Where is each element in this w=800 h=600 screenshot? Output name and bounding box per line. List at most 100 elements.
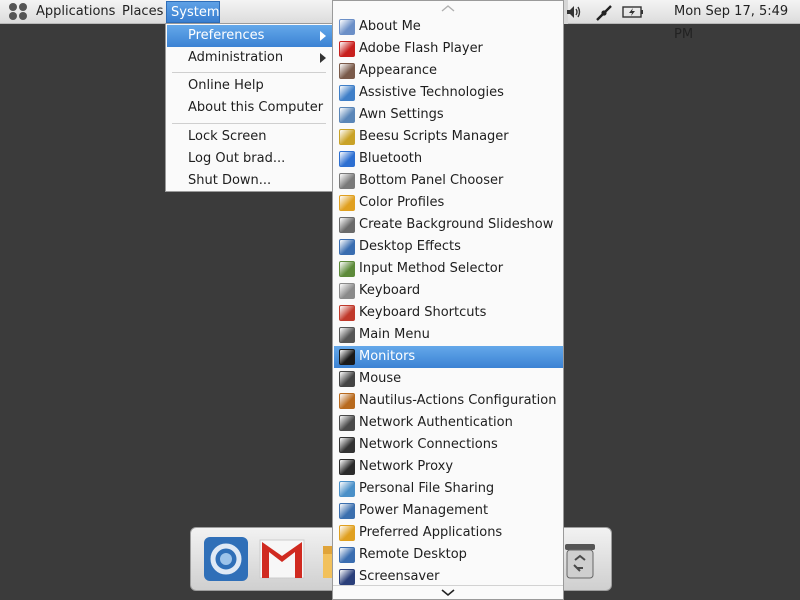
pref-item-label: Network Connections — [359, 437, 498, 452]
main-menu-icon — [339, 327, 355, 343]
pref-item-label: Power Management — [359, 503, 489, 518]
network-connections-icon — [339, 437, 355, 453]
pref-item-network-proxy[interactable]: Network Proxy — [334, 456, 563, 478]
volume-icon[interactable] — [566, 5, 582, 19]
pref-item-label: Nautilus-Actions Configuration — [359, 393, 557, 408]
desktop-effects-icon — [339, 239, 355, 255]
pref-item-appearance[interactable]: Appearance — [334, 60, 563, 82]
scroll-up-button[interactable] — [333, 2, 563, 16]
system-menu-button[interactable]: System — [166, 1, 220, 23]
pref-item-label: Awn Settings — [359, 107, 444, 122]
pref-item-network-connections[interactable]: Network Connections — [334, 434, 563, 456]
pref-item-keyboard-shortcuts[interactable]: Keyboard Shortcuts — [334, 302, 563, 324]
network-proxy-icon — [339, 459, 355, 475]
color-profiles-icon — [339, 195, 355, 211]
pref-item-label: Personal File Sharing — [359, 481, 495, 496]
pref-item-input-method-selector[interactable]: Input Method Selector — [334, 258, 563, 280]
preferences-submenu: About Me Adobe Flash Player Appearance Assi… — [332, 0, 564, 600]
pref-item-bluetooth[interactable]: Bluetooth — [334, 148, 563, 170]
menu-item-online-help[interactable]: Online Help — [167, 75, 332, 97]
pref-item-power-management[interactable]: Power Management — [334, 500, 563, 522]
menu-item-administration[interactable]: Administration — [167, 47, 332, 69]
menu-item-label: Online Help — [188, 78, 264, 93]
menu-separator — [172, 72, 326, 73]
pref-item-label: Main Menu — [359, 327, 430, 342]
chevron-up-icon — [441, 5, 455, 12]
pref-item-bottom-panel-chooser[interactable]: Bottom Panel Chooser — [334, 170, 563, 192]
menu-item-label: Administration — [188, 50, 284, 65]
panel-chooser-icon — [339, 173, 355, 189]
screensaver-icon — [339, 569, 355, 585]
pref-item-assistive-technologies[interactable]: Assistive Technologies — [334, 82, 563, 104]
pref-item-label: Network Authentication — [359, 415, 513, 430]
about-me-icon — [339, 19, 355, 35]
menu-item-label: Shut Down... — [188, 173, 272, 188]
pref-item-color-profiles[interactable]: Color Profiles — [334, 192, 563, 214]
pref-item-label: Appearance — [359, 63, 438, 78]
pref-item-label: Screensaver — [359, 569, 440, 584]
file-sharing-icon — [339, 481, 355, 497]
menu-item-about-computer[interactable]: About this Computer — [167, 97, 332, 119]
system-menu: Preferences Administration Online Help A… — [165, 23, 333, 192]
pref-item-label: Bottom Panel Chooser — [359, 173, 504, 188]
pref-item-about-me[interactable]: About Me — [334, 16, 563, 38]
pref-item-label: Assistive Technologies — [359, 85, 504, 100]
pref-item-label: Desktop Effects — [359, 239, 461, 254]
pref-item-main-menu[interactable]: Main Menu — [334, 324, 563, 346]
input-method-icon — [339, 261, 355, 277]
pref-item-label: Bluetooth — [359, 151, 423, 166]
pref-item-monitors[interactable]: Monitors — [334, 346, 563, 368]
menu-item-shut-down[interactable]: Shut Down... — [167, 170, 332, 192]
preferred-apps-icon — [339, 525, 355, 541]
chevron-down-icon — [441, 589, 455, 597]
places-menu[interactable]: Places — [116, 0, 169, 24]
keyboard-icon — [339, 283, 355, 299]
applications-menu[interactable]: Applications — [30, 0, 121, 24]
network-icon[interactable] — [594, 3, 614, 23]
pref-item-network-authentication[interactable]: Network Authentication — [334, 412, 563, 434]
mouse-icon — [339, 371, 355, 387]
pref-item-adobe-flash-player[interactable]: Adobe Flash Player — [334, 38, 563, 60]
pref-item-label: Keyboard Shortcuts — [359, 305, 487, 320]
menu-item-label: Lock Screen — [188, 129, 267, 144]
chromium-icon[interactable] — [201, 534, 251, 584]
pref-item-awn-settings[interactable]: Awn Settings — [334, 104, 563, 126]
pref-item-label: Color Profiles — [359, 195, 445, 210]
pref-item-nautilus-actions-configuration[interactable]: Nautilus-Actions Configuration — [334, 390, 563, 412]
pref-item-label: Monitors — [359, 349, 416, 364]
pref-item-keyboard[interactable]: Keyboard — [334, 280, 563, 302]
menu-item-label: Preferences — [188, 28, 265, 43]
keyboard-shortcuts-icon — [339, 305, 355, 321]
pref-item-remote-desktop[interactable]: Remote Desktop — [334, 544, 563, 566]
pref-item-preferred-applications[interactable]: Preferred Applications — [334, 522, 563, 544]
slideshow-icon — [339, 217, 355, 233]
pref-item-beesu-scripts-manager[interactable]: Beesu Scripts Manager — [334, 126, 563, 148]
scroll-down-button[interactable] — [333, 585, 563, 599]
awn-icon — [339, 107, 355, 123]
menu-item-log-out[interactable]: Log Out brad... — [167, 148, 332, 170]
distro-logo-icon[interactable] — [9, 3, 29, 21]
key-icon — [339, 415, 355, 431]
pref-item-label: Create Background Slideshow — [359, 217, 554, 232]
menu-item-label: About this Computer — [188, 100, 324, 115]
pref-item-label: Mouse — [359, 371, 402, 386]
battery-icon[interactable] — [622, 5, 644, 19]
submenu-arrow-icon — [320, 53, 326, 63]
accessibility-icon — [339, 85, 355, 101]
pref-item-desktop-effects[interactable]: Desktop Effects — [334, 236, 563, 258]
menu-item-preferences[interactable]: Preferences — [167, 25, 332, 47]
beesu-icon — [339, 129, 355, 145]
pref-item-label: Adobe Flash Player — [359, 41, 483, 56]
pref-item-personal-file-sharing[interactable]: Personal File Sharing — [334, 478, 563, 500]
pref-item-label: Beesu Scripts Manager — [359, 129, 509, 144]
pref-item-create-background-slideshow[interactable]: Create Background Slideshow — [334, 214, 563, 236]
monitor-icon — [339, 349, 355, 365]
clock[interactable]: Mon Sep 17, 5:49 PM — [674, 0, 800, 42]
pref-item-label: Network Proxy — [359, 459, 454, 474]
remote-desktop-icon — [339, 547, 355, 563]
pref-item-label: Preferred Applications — [359, 525, 503, 540]
flash-icon — [339, 41, 355, 57]
menu-item-lock-screen[interactable]: Lock Screen — [167, 126, 332, 148]
pref-item-mouse[interactable]: Mouse — [334, 368, 563, 390]
gmail-icon[interactable] — [257, 534, 307, 584]
